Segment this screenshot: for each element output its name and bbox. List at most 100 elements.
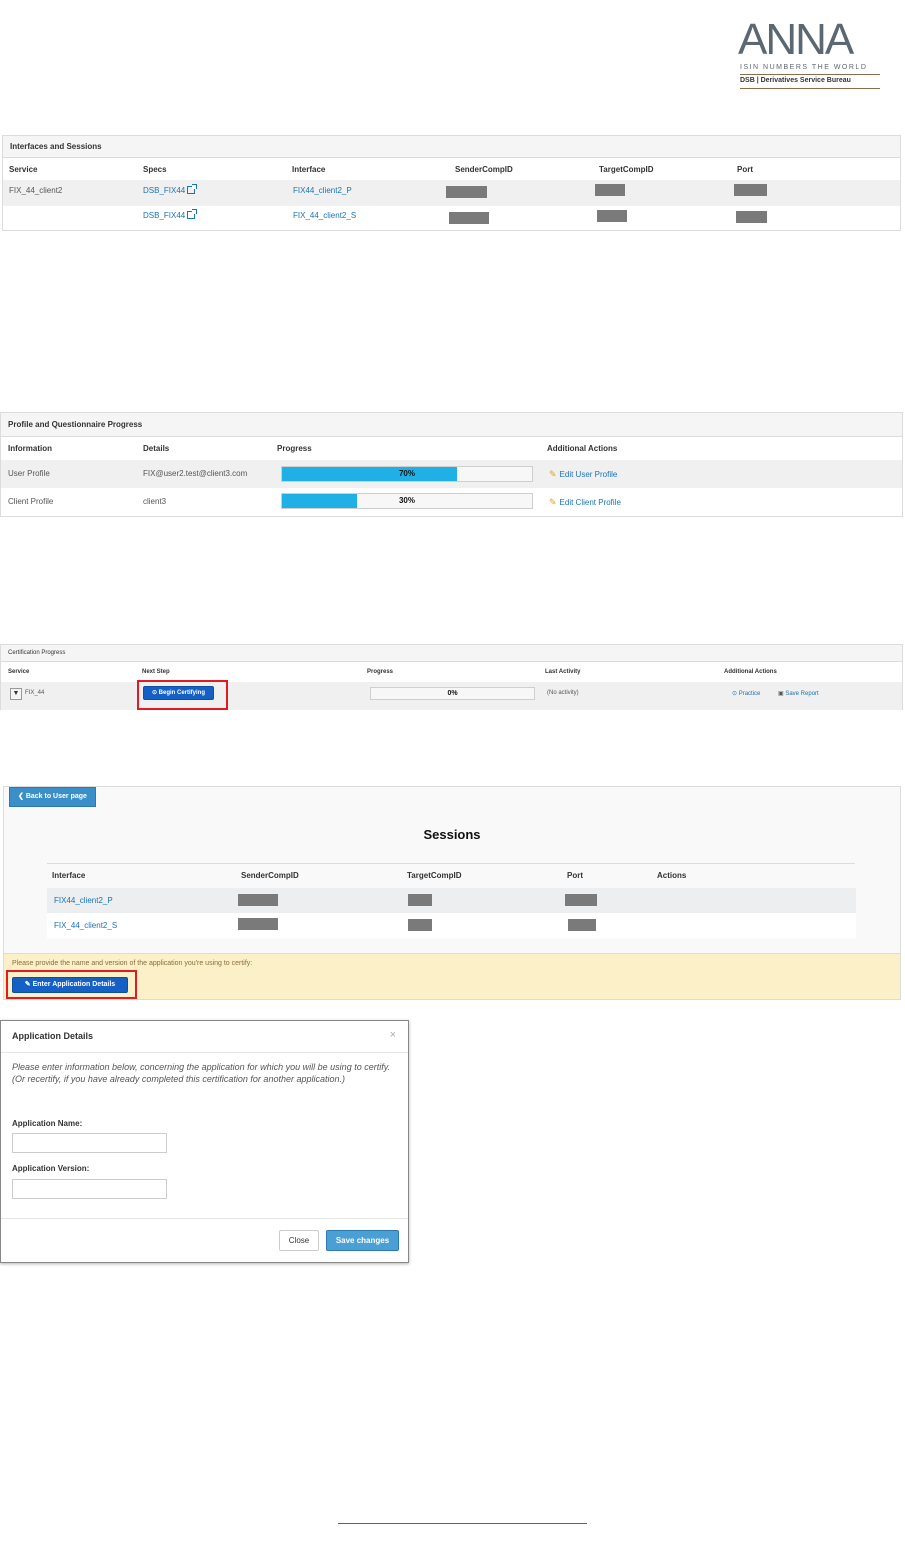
edit-client-profile-link[interactable]: ✎ Edit Client Profile xyxy=(549,497,621,508)
application-version-label: Application Version: xyxy=(12,1164,90,1173)
spec-link-label: DSB_FIX44 xyxy=(143,211,186,220)
sessions-title: Sessions xyxy=(423,827,481,842)
col-header-last-activity: Last Activity xyxy=(545,669,581,675)
col-header-port: Port xyxy=(737,165,753,174)
col-header-service: Service xyxy=(8,669,30,675)
modal-intro-text: Please enter information below, concerni… xyxy=(12,1062,391,1084)
edit-client-profile-label: Edit Client Profile xyxy=(559,498,621,507)
redacted-target-id xyxy=(597,210,627,222)
spec-link-label: DSB_FIX44 xyxy=(143,186,186,195)
service-cell: FIX_44_client2 xyxy=(9,186,63,195)
col-header-progress: Progress xyxy=(277,444,312,453)
table-row: FIX_44_client2_S xyxy=(47,913,856,938)
redacted-port xyxy=(734,184,767,196)
application-version-input[interactable] xyxy=(12,1179,167,1199)
pencil-icon: ✎ xyxy=(549,469,557,479)
redacted-target-id xyxy=(408,894,432,906)
redacted-sender-id xyxy=(446,186,487,198)
col-header-targetcompid: TargetCompID xyxy=(407,871,462,880)
edit-user-profile-label: Edit User Profile xyxy=(559,470,618,479)
logo-tagline: ISIN NUMBERS THE WORLD xyxy=(740,64,868,71)
save-report-label: Save Report xyxy=(785,691,819,697)
save-report-link[interactable]: ▣ Save Report xyxy=(778,690,819,697)
interfaces-sessions-panel: Interfaces and Sessions Service Specs In… xyxy=(2,135,901,231)
application-name-input[interactable] xyxy=(12,1133,167,1153)
table-top-rule xyxy=(47,863,855,864)
redacted-port xyxy=(565,894,597,906)
col-header-interface: Interface xyxy=(52,871,86,880)
redacted-port xyxy=(568,919,596,931)
details-cell: client3 xyxy=(143,497,167,506)
service-cell: FIX_44 xyxy=(25,690,45,696)
col-header-service: Service xyxy=(9,165,38,174)
redacted-sender-id xyxy=(238,894,278,906)
logo-rule-bottom xyxy=(740,88,880,89)
practice-label: Practice xyxy=(738,691,761,697)
highlight-box-begin-certifying xyxy=(137,680,228,710)
redacted-target-id xyxy=(408,919,432,931)
modal-header: Application Details × xyxy=(1,1021,408,1053)
info-cell: User Profile xyxy=(8,469,50,478)
panel-title: Certification Progress xyxy=(1,645,902,662)
interface-link[interactable]: FIX_44_client2_S xyxy=(54,921,117,930)
info-cell: Client Profile xyxy=(8,497,54,506)
back-to-user-page-button[interactable]: ❮ Back to User page xyxy=(9,787,96,807)
interface-link[interactable]: FIX_44_client2_S xyxy=(293,211,356,220)
save-icon: ▣ xyxy=(778,691,784,697)
footer-rule xyxy=(338,1523,587,1524)
logo-wordmark: ANNA xyxy=(738,15,854,64)
spec-link[interactable]: DSB_FIX44 xyxy=(143,184,198,195)
expand-toggle[interactable]: ▼ xyxy=(10,688,22,700)
certification-progress-panel: Certification Progress Service Next Step… xyxy=(0,644,903,710)
spec-link[interactable]: DSB_FIX44 xyxy=(143,209,198,220)
details-cell: FIX@user2.test@client3.com xyxy=(143,469,248,478)
last-activity-cell: (No activity) xyxy=(547,690,579,696)
table-row: DSB_FIX44 FIX_44_client2_S xyxy=(3,206,900,232)
user-profile-progress-bar: 70% xyxy=(281,466,533,482)
col-header-targetcompid: TargetCompID xyxy=(599,165,654,174)
col-header-additional-actions: Additional Actions xyxy=(724,669,777,675)
progress-label: 70% xyxy=(398,469,415,478)
redacted-target-id xyxy=(595,184,625,196)
practice-link[interactable]: ⊙ Practice xyxy=(732,690,760,697)
col-header-port: Port xyxy=(567,871,583,880)
logo-rule xyxy=(740,74,880,75)
col-header-details: Details xyxy=(143,444,170,453)
redacted-sender-id xyxy=(449,212,489,224)
certification-progress-bar: 0% xyxy=(370,687,535,700)
back-button-label: Back to User page xyxy=(25,793,87,800)
pencil-icon: ✎ xyxy=(549,497,557,507)
panel-title: Profile and Questionnaire Progress xyxy=(1,413,902,437)
close-button[interactable]: Close xyxy=(279,1230,319,1251)
redacted-port xyxy=(736,211,767,223)
logo-subtitle: DSB | Derivatives Service Bureau xyxy=(740,77,851,84)
external-link-icon xyxy=(187,209,198,219)
play-circle-icon: ⊙ xyxy=(732,691,738,697)
chevron-down-icon: ▼ xyxy=(12,690,20,697)
progress-label: 30% xyxy=(398,496,415,505)
notice-text: Please provide the name and version of t… xyxy=(12,960,253,967)
col-header-information: Information xyxy=(8,444,52,453)
client-profile-progress-bar: 30% xyxy=(281,493,533,509)
progress-label: 0% xyxy=(447,690,458,697)
external-link-icon xyxy=(187,184,198,194)
col-header-next-step: Next Step xyxy=(142,669,170,675)
edit-user-profile-link[interactable]: ✎ Edit User Profile xyxy=(549,469,617,480)
col-header-specs: Specs xyxy=(143,165,167,174)
table-row: FIX_44_client2 DSB_FIX44 FIX44_client2_P xyxy=(3,180,900,206)
col-header-sendercompid: SenderCompID xyxy=(455,165,513,174)
table-row: FIX44_client2_P xyxy=(47,888,856,913)
save-changes-button[interactable]: Save changes xyxy=(326,1230,399,1251)
profile-progress-panel: Profile and Questionnaire Progress Infor… xyxy=(0,412,903,517)
col-header-progress: Progress xyxy=(367,669,394,675)
sessions-panel: ❮ Back to User page Sessions Interface S… xyxy=(3,786,901,1000)
close-icon[interactable]: × xyxy=(390,1029,396,1041)
highlight-box-enter-application-details xyxy=(6,970,137,999)
redacted-sender-id xyxy=(238,918,278,930)
application-details-modal: Application Details × Please enter infor… xyxy=(0,1020,409,1263)
modal-footer: Close Save changes xyxy=(1,1218,408,1262)
interface-link[interactable]: FIX44_client2_P xyxy=(293,186,352,195)
interface-link[interactable]: FIX44_client2_P xyxy=(54,896,113,905)
col-header-sendercompid: SenderCompID xyxy=(241,871,299,880)
col-header-interface: Interface xyxy=(292,165,326,174)
